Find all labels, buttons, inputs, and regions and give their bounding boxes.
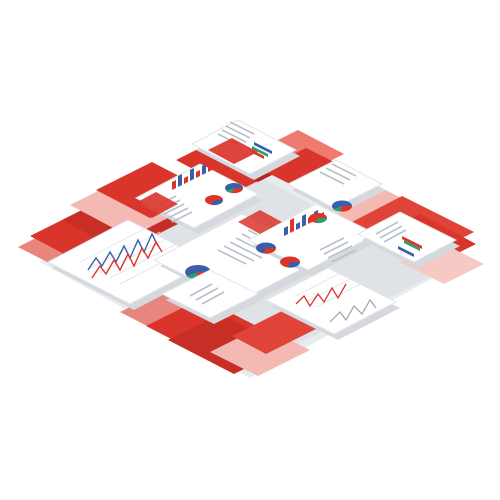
pie-chart-icon — [332, 200, 353, 212]
illustration-canvas — [18, 119, 484, 378]
isometric-report-illustration — [0, 0, 500, 500]
